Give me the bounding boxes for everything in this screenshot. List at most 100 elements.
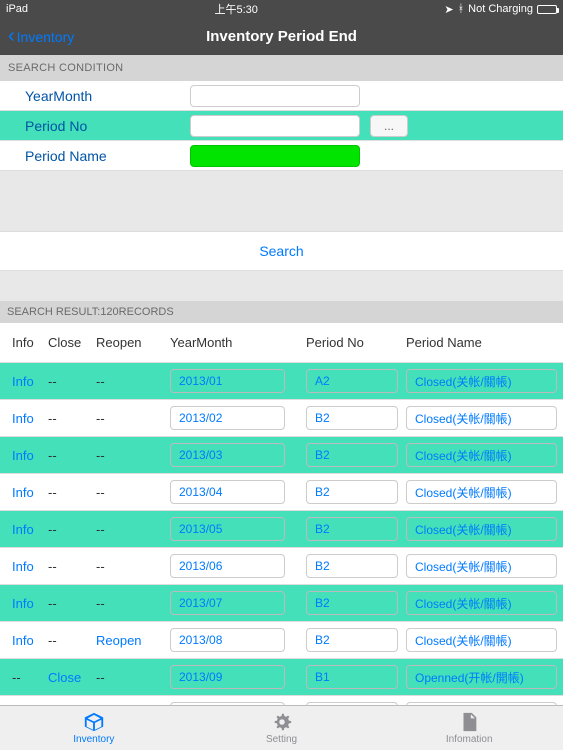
periodname-cell[interactable]: Closed(关帐/關帳) <box>406 591 557 615</box>
periodno-cell[interactable]: B2 <box>306 406 398 430</box>
table-row: Info----2013/07B2Closed(关帐/關帳) <box>0 585 563 622</box>
location-icon: ➤ <box>444 3 453 16</box>
th-info: Info <box>0 335 44 350</box>
info-cell[interactable]: Info <box>12 485 34 500</box>
bluetooth-icon: ᚼ <box>458 3 465 15</box>
tab-infomation[interactable]: Infomation <box>375 706 563 750</box>
table-row: Info -- -- 2013/05 B2 Closed(关帐/關帳) <box>0 511 563 548</box>
reopen-cell: -- <box>96 374 105 389</box>
reopen-cell[interactable]: Reopen <box>96 633 142 648</box>
search-button-row: Search <box>0 231 563 271</box>
periodname-cell[interactable]: Closed(关帐/關帳) <box>406 406 557 430</box>
back-button[interactable]: ‹ Inventory <box>8 25 74 48</box>
th-close: Close <box>44 335 92 350</box>
periodno-cell[interactable]: A2 <box>306 369 398 393</box>
tab-setting-label: Setting <box>266 734 297 745</box>
yearmonth-cell[interactable]: 2013/03 <box>170 443 285 467</box>
info-cell: -- <box>12 670 21 685</box>
gear-icon <box>271 711 293 733</box>
info-cell[interactable]: Info <box>12 522 34 537</box>
search-result-header: SEARCH RESULT:120RECORDS <box>0 301 563 323</box>
info-cell[interactable]: Info <box>12 633 34 648</box>
yearmonth-cell[interactable]: 2013/08 <box>170 628 285 652</box>
info-cell[interactable]: Info <box>12 559 34 574</box>
nav-bar: ‹ Inventory Inventory Period End <box>0 18 563 55</box>
table-header: Info Close Reopen YearMonth Period No Pe… <box>0 323 563 363</box>
yearmonth-cell[interactable]: 2013/05 <box>170 517 285 541</box>
reopen-cell: -- <box>96 596 105 611</box>
close-cell: -- <box>48 559 57 574</box>
info-cell[interactable]: Info <box>12 374 34 389</box>
periodname-row: Period Name <box>0 141 563 171</box>
periodno-cell[interactable]: B2 <box>306 554 398 578</box>
status-bar: iPad 上午5:30 ➤ ᚼ Not Charging <box>0 0 563 18</box>
box-icon <box>83 711 105 733</box>
periodno-cell[interactable]: B2 <box>306 591 398 615</box>
periodname-cell[interactable]: Openned(开帐/開帳) <box>406 665 557 689</box>
table-row: Info -- -- 2013/04 B2 Closed(关帐/關帳) <box>0 474 563 511</box>
periodname-cell[interactable]: Closed(关帐/關帳) <box>406 369 557 393</box>
reopen-cell: -- <box>96 485 105 500</box>
periodno-lookup-button[interactable]: ... <box>370 115 408 137</box>
document-icon <box>458 711 480 733</box>
reopen-cell: -- <box>96 448 105 463</box>
table-row: Info -- -- 2013/02 B2 Closed(关帐/關帳) <box>0 400 563 437</box>
periodno-input[interactable] <box>190 115 360 137</box>
spacer <box>0 171 563 231</box>
periodname-cell[interactable]: Closed(关帐/關帳) <box>406 628 557 652</box>
periodno-cell[interactable]: B1 <box>306 665 398 689</box>
table-row: Info -- -- 2013/03 B2 Closed(关帐/關帳) <box>0 437 563 474</box>
yearmonth-cell[interactable]: 2013/02 <box>170 406 285 430</box>
table-body: Info -- -- 2013/01 A2 Closed(关帐/關帳) Info -- -- 20… <box>0 363 563 733</box>
th-periodno: Period No <box>302 335 402 350</box>
charging-label: Not Charging <box>468 3 533 15</box>
table-row: Info -- -- 2013/01 A2 Closed(关帐/關帳) <box>0 363 563 400</box>
tab-infomation-label: Infomation <box>446 734 493 745</box>
periodno-cell[interactable]: B2 <box>306 517 398 541</box>
yearmonth-cell[interactable]: 2013/06 <box>170 554 285 578</box>
close-cell[interactable]: Close <box>48 670 81 685</box>
yearmonth-input[interactable] <box>190 85 360 107</box>
search-button[interactable]: Search <box>259 243 303 259</box>
periodname-cell[interactable]: Closed(关帐/關帳) <box>406 480 557 504</box>
back-label: Inventory <box>17 29 75 45</box>
th-yearmonth: YearMonth <box>150 335 302 350</box>
table-row: -- Close -- 2013/09 B1 Openned(开帐/開帳) <box>0 659 563 696</box>
info-cell[interactable]: Info <box>12 448 34 463</box>
close-cell: -- <box>48 485 57 500</box>
reopen-cell: -- <box>96 411 105 426</box>
table-row: Info -- -- 2013/06 B2 Closed(关帐/關帳) <box>0 548 563 585</box>
page-title: Inventory Period End <box>0 28 563 45</box>
periodname-cell[interactable]: Closed(关帐/關帳) <box>406 554 557 578</box>
info-cell[interactable]: Info <box>12 596 34 611</box>
reopen-cell: -- <box>96 670 105 685</box>
close-cell: -- <box>48 374 57 389</box>
device-label: iPad <box>6 3 28 15</box>
yearmonth-cell[interactable]: 2013/04 <box>170 480 285 504</box>
reopen-cell: -- <box>96 522 105 537</box>
yearmonth-cell[interactable]: 2013/09 <box>170 665 285 689</box>
yearmonth-cell[interactable]: 2013/07 <box>170 591 285 615</box>
table-row: Info -- Reopen 2013/08 B2 Closed(关帐/關帳) <box>0 622 563 659</box>
periodname-input[interactable] <box>190 145 360 167</box>
tab-setting[interactable]: Setting <box>188 706 376 750</box>
periodno-cell[interactable]: B2 <box>306 443 398 467</box>
reopen-cell: -- <box>96 559 105 574</box>
periodname-cell[interactable]: Closed(关帐/關帳) <box>406 517 557 541</box>
close-cell: -- <box>48 633 57 648</box>
search-condition-header: SEARCH CONDITION <box>0 55 563 81</box>
yearmonth-cell[interactable]: 2013/01 <box>170 369 285 393</box>
periodno-cell[interactable]: B2 <box>306 628 398 652</box>
periodname-cell[interactable]: Closed(关帐/關帳) <box>406 443 557 467</box>
info-cell[interactable]: Info <box>12 411 34 426</box>
tab-inventory[interactable]: Inventory <box>0 706 188 750</box>
close-cell: -- <box>48 411 57 426</box>
close-cell: -- <box>48 522 57 537</box>
close-cell: -- <box>48 448 57 463</box>
spacer <box>0 271 563 301</box>
tab-bar: Inventory Setting Infomation <box>0 705 563 750</box>
th-periodname: Period Name <box>402 335 563 350</box>
periodno-cell[interactable]: B2 <box>306 480 398 504</box>
tab-inventory-label: Inventory <box>73 734 114 745</box>
periodname-label: Period Name <box>25 148 190 164</box>
